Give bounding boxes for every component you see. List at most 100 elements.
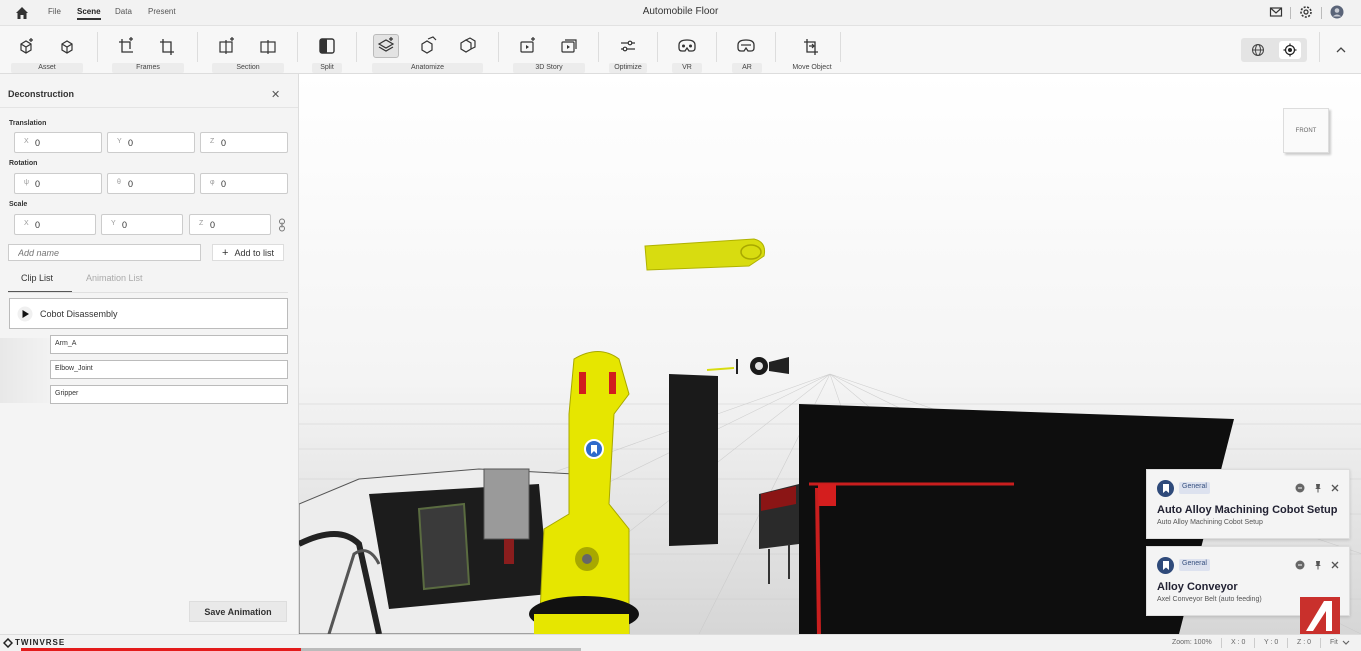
hotspot-card[interactable]: General Auto Alloy Machining Cobot Setup…	[1146, 469, 1350, 539]
save-animation-button[interactable]: Save Animation	[189, 601, 287, 622]
brand-logo	[1300, 597, 1340, 634]
axis-label: φ	[210, 179, 215, 186]
group-label-ar: AR	[732, 63, 762, 73]
add-story-icon[interactable]	[515, 34, 541, 58]
card-tag: General	[1179, 482, 1210, 494]
axis-label: Z	[199, 220, 204, 227]
field-value: 0	[128, 138, 134, 148]
list-item[interactable]: Elbow_Joint	[50, 360, 288, 379]
link-icon[interactable]	[277, 218, 287, 232]
ar-headset-icon[interactable]	[733, 34, 759, 58]
play-icon[interactable]	[17, 306, 33, 322]
scale-z-field[interactable]: Z0	[189, 214, 271, 235]
home-icon[interactable]	[14, 5, 30, 21]
vr-headset-icon[interactable]	[674, 34, 700, 58]
divider	[1221, 638, 1222, 648]
menu-present[interactable]: Present	[148, 7, 176, 16]
mail-icon[interactable]	[1269, 5, 1283, 19]
card-subtitle: Auto Alloy Machining Cobot Setup	[1157, 519, 1263, 526]
axis-label: ψ	[24, 179, 29, 186]
divider	[1290, 7, 1291, 19]
clip-card[interactable]: Cobot Disassembly	[9, 298, 288, 329]
anatomize-layers-icon[interactable]	[455, 34, 481, 58]
translation-x-field[interactable]: X0	[14, 132, 102, 153]
field-value: 0	[210, 220, 216, 230]
list-item[interactable]: Gripper	[50, 385, 288, 404]
rotation-z-field[interactable]: φ0	[200, 173, 288, 194]
globe-icon[interactable]	[1247, 41, 1269, 59]
tab-animation-list[interactable]: Animation List	[86, 273, 143, 283]
translation-z-field[interactable]: Z0	[200, 132, 288, 153]
field-value: 0	[35, 220, 41, 230]
add-section-icon[interactable]	[214, 34, 240, 58]
gear-icon[interactable]	[1299, 5, 1313, 19]
add-asset-icon[interactable]	[13, 34, 39, 58]
divider	[8, 292, 288, 293]
clip-name-input[interactable]	[8, 244, 201, 261]
story-icon[interactable]	[556, 34, 582, 58]
card-subtitle: Axel Conveyor Belt (auto feeding)	[1157, 596, 1262, 603]
divider	[1321, 7, 1322, 19]
close-icon[interactable]	[1330, 560, 1340, 570]
group-label-move-object: Move Object	[792, 64, 832, 71]
anatomize-add-icon[interactable]	[373, 34, 399, 58]
move-object-icon[interactable]	[798, 34, 824, 58]
visibility-icon[interactable]	[1295, 483, 1305, 493]
card-title: Alloy Conveyor	[1157, 581, 1238, 593]
divider	[1254, 638, 1255, 648]
toolbar: Asset Frames Section Split Anatomize 3D …	[0, 26, 1361, 74]
section-icon[interactable]	[255, 34, 281, 58]
pin-icon[interactable]	[1313, 483, 1323, 493]
tab-clip-list[interactable]: Clip List	[21, 273, 53, 283]
menu-scene[interactable]: Scene	[77, 7, 101, 20]
focus-target-icon[interactable]	[1279, 41, 1301, 59]
group-label-section: Section	[212, 63, 284, 73]
close-icon[interactable]	[1330, 483, 1340, 493]
plus-icon: +	[222, 246, 229, 259]
menu-file[interactable]: File	[48, 7, 61, 16]
clip-name: Cobot Disassembly	[40, 309, 118, 319]
card-tag: General	[1179, 559, 1210, 571]
axis-label: X	[24, 138, 29, 145]
anatomize-icon[interactable]	[414, 34, 440, 58]
axis-label: θ	[117, 179, 121, 186]
divider	[0, 107, 298, 108]
list-item[interactable]: Arm_A	[50, 335, 288, 354]
divider	[297, 32, 298, 62]
scale-y-field[interactable]: Y0	[101, 214, 183, 235]
field-value: 0	[35, 179, 41, 189]
divider	[716, 32, 717, 62]
divider	[657, 32, 658, 62]
top-bar: File Scene Data Present Automobile Floor	[0, 0, 1361, 26]
rotation-y-field[interactable]: θ0	[107, 173, 195, 194]
group-label-asset: Asset	[11, 63, 83, 73]
group-label-optimize: Optimize	[609, 63, 647, 73]
collapse-chevron-icon[interactable]	[1335, 45, 1347, 55]
visibility-icon[interactable]	[1295, 560, 1305, 570]
translation-y-field[interactable]: Y0	[107, 132, 195, 153]
field-value: 0	[35, 138, 41, 148]
divider	[356, 32, 357, 62]
frame-icon[interactable]	[154, 34, 180, 58]
rotation-x-field[interactable]: ψ0	[14, 173, 102, 194]
rotation-label: Rotation	[9, 160, 38, 167]
avatar[interactable]	[1330, 5, 1344, 19]
menu-data[interactable]: Data	[115, 7, 132, 16]
divider	[775, 32, 776, 62]
add-frame-icon[interactable]	[113, 34, 139, 58]
split-icon[interactable]	[314, 34, 340, 58]
group-label-vr: VR	[672, 63, 702, 73]
deconstruction-panel: Deconstruction ✕ Translation X0 Y0 Z0 Ro…	[0, 74, 299, 634]
add-to-list-button[interactable]: + Add to list	[212, 244, 284, 261]
panel-shade	[0, 338, 50, 403]
asset-icon[interactable]	[54, 34, 80, 58]
close-icon[interactable]: ✕	[271, 88, 280, 101]
view-cube[interactable]: FRONT	[1283, 108, 1329, 153]
divider	[1319, 32, 1320, 62]
pin-icon[interactable]	[1313, 560, 1323, 570]
chevron-down-icon[interactable]	[1342, 640, 1350, 646]
fit-select[interactable]: Fit	[1330, 639, 1338, 646]
scale-x-field[interactable]: X0	[14, 214, 96, 235]
group-label-anatomize: Anatomize	[372, 63, 483, 73]
sliders-icon[interactable]	[615, 34, 641, 58]
